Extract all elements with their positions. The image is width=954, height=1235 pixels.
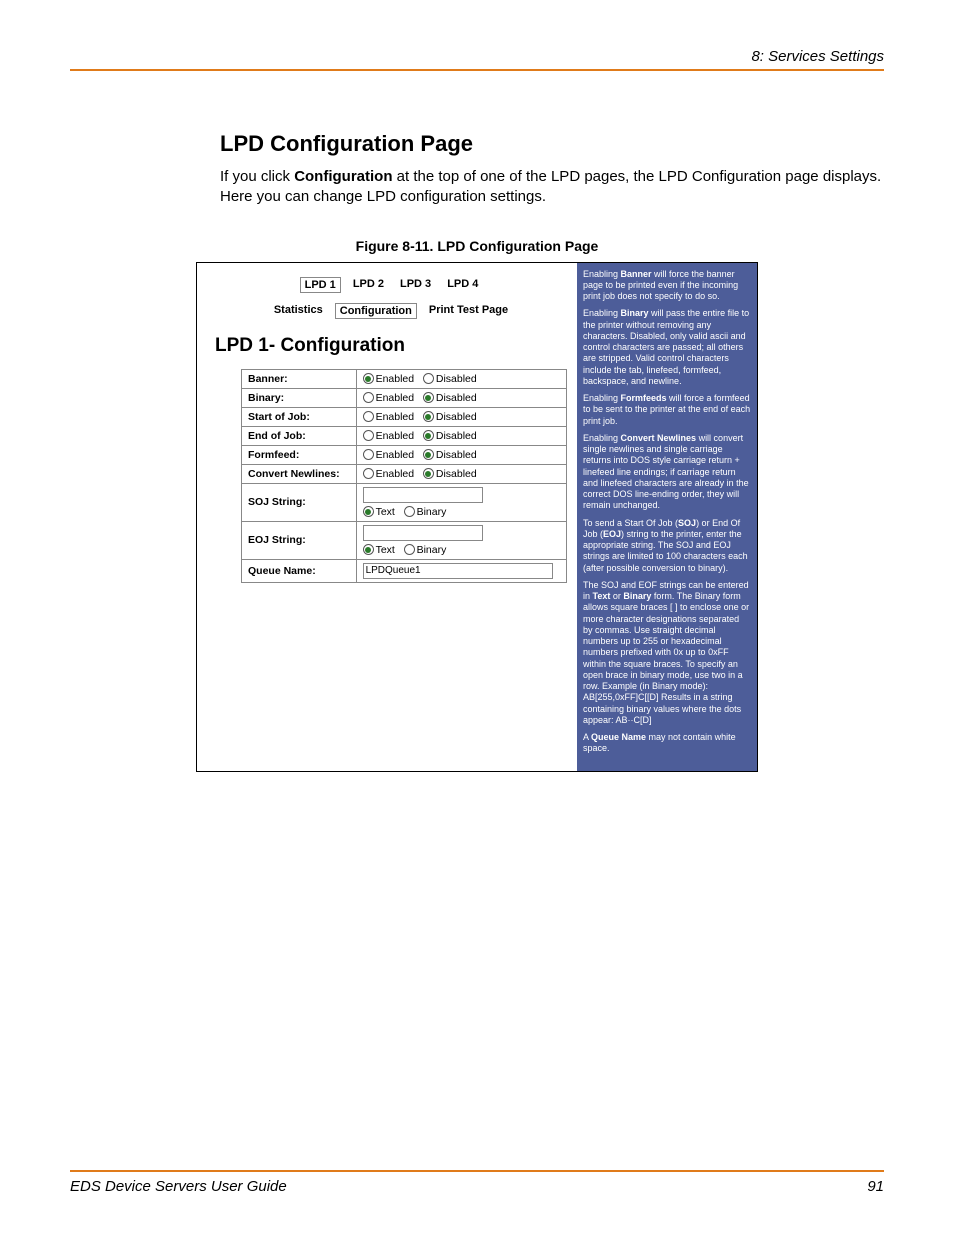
row-eojstr: EOJ String: Text Binary (242, 521, 567, 559)
config-panel: LPD 1 LPD 2 LPD 3 LPD 4 Statistics Confi… (197, 263, 577, 771)
row-banner: Banner: Enabled Disabled (242, 369, 567, 388)
intro-text-a: If you click (220, 168, 294, 185)
row-formfeed: Formfeed: Enabled Disabled (242, 445, 567, 464)
value-banner: Enabled Disabled (356, 369, 566, 388)
label-banner: Banner: (242, 369, 357, 388)
help-queue: A Queue Name may not contain white space… (583, 732, 751, 755)
subtab-print-test[interactable]: Print Test Page (425, 303, 512, 319)
radio-convert-disabled[interactable] (423, 468, 434, 479)
radio-formfeed-enabled[interactable] (363, 449, 374, 460)
radio-convert-enabled[interactable] (363, 468, 374, 479)
radio-sojstr-text[interactable] (363, 506, 374, 517)
help-sojeoj: To send a Start Of Job (SOJ) or End Of J… (583, 518, 751, 574)
label-sojstr: SOJ String: (242, 483, 357, 521)
intro-bold: Configuration (294, 168, 392, 185)
chapter-title: 8: Services Settings (751, 48, 884, 65)
chapter-header: 8: Services Settings (70, 48, 884, 71)
help-convert: Enabling Convert Newlines will convert s… (583, 433, 751, 512)
label-formfeed: Formfeed: (242, 445, 357, 464)
input-soj-string[interactable] (363, 487, 483, 503)
subtab-configuration[interactable]: Configuration (335, 303, 417, 319)
value-sojstr: Text Binary (356, 483, 566, 521)
value-eoj: Enabled Disabled (356, 426, 566, 445)
tab-lpd1[interactable]: LPD 1 (300, 277, 341, 293)
config-heading: LPD 1- Configuration (215, 335, 567, 357)
help-panel: Enabling Banner will force the banner pa… (577, 263, 757, 771)
section-title: LPD Configuration Page (220, 131, 884, 157)
help-binary: Enabling Binary will pass the entire fil… (583, 308, 751, 387)
radio-eojstr-text[interactable] (363, 544, 374, 555)
row-eoj: End of Job: Enabled Disabled (242, 426, 567, 445)
value-binary: Enabled Disabled (356, 388, 566, 407)
label-soj: Start of Job: (242, 407, 357, 426)
radio-soj-disabled[interactable] (423, 411, 434, 422)
input-queue-name[interactable] (363, 563, 553, 579)
figure-caption: Figure 8-11. LPD Configuration Page (70, 238, 884, 254)
value-queue (356, 559, 566, 582)
intro-paragraph: If you click Configuration at the top of… (220, 167, 884, 208)
tab-lpd3[interactable]: LPD 3 (396, 277, 435, 293)
value-soj: Enabled Disabled (356, 407, 566, 426)
help-textbinary: The SOJ and EOF strings can be entered i… (583, 580, 751, 726)
subtab-statistics[interactable]: Statistics (270, 303, 327, 319)
tab-lpd4[interactable]: LPD 4 (443, 277, 482, 293)
radio-eojstr-binary[interactable] (404, 544, 415, 555)
row-soj: Start of Job: Enabled Disabled (242, 407, 567, 426)
footer-page-number: 91 (867, 1178, 884, 1195)
value-eojstr: Text Binary (356, 521, 566, 559)
label-queue: Queue Name: (242, 559, 357, 582)
radio-soj-enabled[interactable] (363, 411, 374, 422)
footer-guide: EDS Device Servers User Guide (70, 1178, 287, 1195)
config-table: Banner: Enabled Disabled Binary: Enabled… (241, 369, 567, 583)
radio-binary-enabled[interactable] (363, 392, 374, 403)
radio-eoj-disabled[interactable] (423, 430, 434, 441)
input-eoj-string[interactable] (363, 525, 483, 541)
radio-sojstr-binary[interactable] (404, 506, 415, 517)
screenshot-container: LPD 1 LPD 2 LPD 3 LPD 4 Statistics Confi… (196, 262, 758, 772)
label-convert: Convert Newlines: (242, 464, 357, 483)
help-formfeed: Enabling Formfeeds will force a formfeed… (583, 393, 751, 427)
row-convert: Convert Newlines: Enabled Disabled (242, 464, 567, 483)
radio-banner-disabled[interactable] (423, 373, 434, 384)
row-queue: Queue Name: (242, 559, 567, 582)
label-eoj: End of Job: (242, 426, 357, 445)
radio-binary-disabled[interactable] (423, 392, 434, 403)
radio-eoj-enabled[interactable] (363, 430, 374, 441)
radio-formfeed-disabled[interactable] (423, 449, 434, 460)
label-binary: Binary: (242, 388, 357, 407)
tab-lpd2[interactable]: LPD 2 (349, 277, 388, 293)
lpd-tab-row: LPD 1 LPD 2 LPD 3 LPD 4 (215, 277, 567, 293)
value-formfeed: Enabled Disabled (356, 445, 566, 464)
page-footer: EDS Device Servers User Guide 91 (70, 1170, 884, 1195)
row-binary: Binary: Enabled Disabled (242, 388, 567, 407)
value-convert: Enabled Disabled (356, 464, 566, 483)
radio-banner-enabled[interactable] (363, 373, 374, 384)
subtab-row: Statistics Configuration Print Test Page (215, 303, 567, 319)
label-eojstr: EOJ String: (242, 521, 357, 559)
help-banner: Enabling Banner will force the banner pa… (583, 269, 751, 303)
row-sojstr: SOJ String: Text Binary (242, 483, 567, 521)
